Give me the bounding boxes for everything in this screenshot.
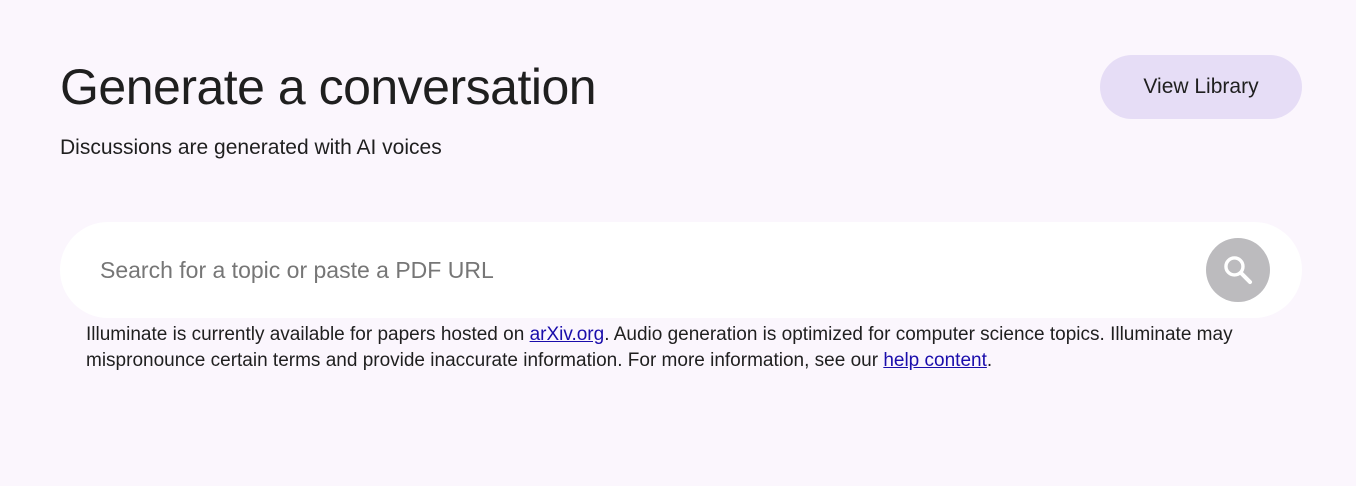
disclaimer-text: Illuminate is currently available for pa…: [86, 322, 1316, 374]
disclaimer-text-start: Illuminate is currently available for pa…: [86, 324, 530, 345]
view-library-button[interactable]: View Library: [1100, 55, 1302, 119]
help-content-link[interactable]: help content: [883, 350, 987, 371]
arxiv-link[interactable]: arXiv.org: [530, 324, 605, 345]
search-icon: [1224, 256, 1253, 285]
disclaimer-text-end: .: [986, 350, 993, 371]
search-bar: [60, 222, 1302, 318]
page-subtitle: Discussions are generated with AI voices: [60, 136, 442, 159]
search-button[interactable]: [1206, 238, 1270, 302]
page-title: Generate a conversation: [60, 59, 597, 115]
search-input[interactable]: [100, 246, 1180, 294]
